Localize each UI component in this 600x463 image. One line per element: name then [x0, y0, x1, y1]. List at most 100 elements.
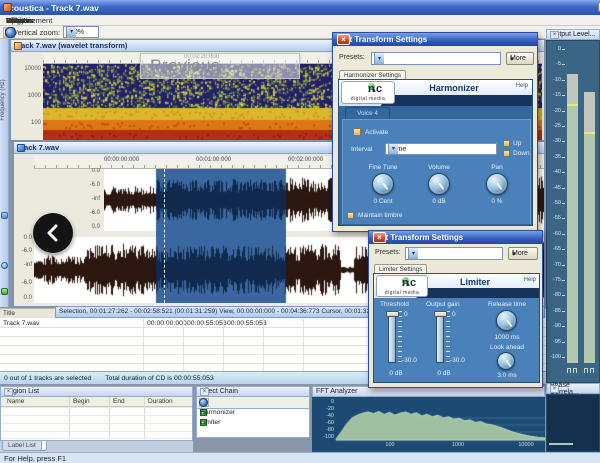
- chevron-left-icon: [44, 222, 62, 244]
- threshold-slider[interactable]: [388, 311, 396, 363]
- vertical-zoom-select[interactable]: 100% ▾: [63, 26, 99, 38]
- tab-voice-4[interactable]: Voice 4: [345, 107, 390, 119]
- activate-checkbox[interactable]: [353, 128, 361, 136]
- close-icon[interactable]: ×: [4, 388, 13, 396]
- presets-label: Presets:: [375, 249, 401, 256]
- help-link[interactable]: Help: [516, 83, 528, 89]
- effect-label: Harmonizer: [200, 409, 235, 416]
- presets-select[interactable]: ▾: [371, 52, 501, 65]
- region-list-table[interactable]: Name Begin End Duration: [0, 397, 193, 441]
- close-icon[interactable]: ×: [200, 388, 209, 396]
- db-tick: 0.0: [82, 224, 100, 230]
- spectrogram-window-title: Track 7.wav (wavelet transform): [14, 41, 127, 50]
- selection-region[interactable]: [156, 231, 286, 237]
- meter-tick: -50: [547, 200, 561, 206]
- previous-nav-button[interactable]: [33, 213, 73, 253]
- close-icon[interactable]: ×: [337, 34, 350, 45]
- fft-y-tick: -100: [320, 434, 334, 440]
- down-checkbox[interactable]: [503, 150, 510, 157]
- db-tick: 0.0: [82, 168, 100, 174]
- meter-tick: -10: [547, 77, 561, 83]
- fine-tune-knob[interactable]: [372, 173, 394, 195]
- pan-knob[interactable]: [486, 173, 508, 195]
- activate-label: Activate: [365, 129, 388, 136]
- chevron-down-icon[interactable]: ▾: [374, 53, 384, 65]
- timeline-label: 00:01:00:000: [196, 157, 231, 163]
- clip-indicator: [584, 368, 588, 373]
- track-title-cell[interactable]: Track 7.wav: [3, 320, 39, 327]
- effect-chain-titlebar[interactable]: Effect Chain ×: [196, 386, 310, 397]
- look-ahead-value: 3.0 ms: [478, 372, 536, 379]
- wave-doc-icon: [17, 144, 25, 152]
- interval-label: Interval: [351, 146, 372, 153]
- up-checkbox[interactable]: [503, 140, 510, 147]
- meter-tick: -45: [547, 185, 561, 191]
- effect-chain-list[interactable]: ✓Harmonizer✓Limiter: [196, 409, 310, 438]
- interval-select[interactable]: Prime ▾: [385, 143, 497, 155]
- plugin-title: Limiter: [430, 277, 520, 287]
- track-start-cell: 00:00:00:000: [147, 320, 187, 327]
- meter-tick: -75: [547, 277, 561, 283]
- timeline-label: 00:02:00:000: [288, 157, 323, 163]
- fft-x-tick: 10000: [511, 442, 541, 448]
- db-tick: -6.0: [82, 182, 100, 188]
- output-level-titlebar[interactable]: Output Level... ×: [546, 29, 600, 40]
- window-title: Acoustica - Track 7.wav: [3, 3, 99, 13]
- look-ahead-knob[interactable]: [497, 352, 515, 370]
- clip-indicator: [567, 368, 571, 373]
- pan-label: Pan: [469, 164, 525, 171]
- close-icon[interactable]: ×: [373, 232, 386, 243]
- bypass-icon[interactable]: [199, 398, 208, 407]
- phase-correlation-trace: [549, 443, 573, 445]
- db-tick: -6.0: [15, 248, 32, 254]
- threshold-label: Threshold: [380, 301, 409, 308]
- fft-x-tick: 100: [375, 442, 405, 448]
- limiter-dialog-titlebar[interactable]: Edit Transform Settings ×: [369, 231, 542, 244]
- phase-correlation-titlebar[interactable]: Phase Correla... ×: [546, 383, 600, 394]
- meter-tick: -35: [547, 154, 561, 160]
- meter-tick: -65: [547, 246, 561, 252]
- effect-label: Limiter: [200, 419, 220, 426]
- release-time-knob[interactable]: [496, 310, 517, 331]
- maintain-timbre-checkbox[interactable]: [347, 212, 354, 219]
- threshold-value: 0 dB: [376, 370, 416, 377]
- up-label: Up: [513, 140, 521, 147]
- db-tick: -inf: [15, 262, 32, 268]
- document-icon: [14, 42, 22, 50]
- side-tool-icon-2[interactable]: [1, 262, 8, 269]
- region-list-titlebar[interactable]: Region List ×: [0, 386, 193, 397]
- chevron-down-icon[interactable]: ▾: [408, 248, 418, 260]
- chevron-down-icon[interactable]: ▾: [388, 144, 398, 155]
- side-tool-icon-1[interactable]: [1, 212, 8, 219]
- phase-correlation-panel: Phase Correla... ×: [546, 383, 600, 452]
- monitor-button[interactable]: [5, 27, 16, 38]
- help-link[interactable]: Help: [524, 277, 536, 283]
- more-button[interactable]: More▾: [508, 247, 538, 260]
- region-list-panel: Region List × Name Begin End Duration Re…: [0, 386, 193, 452]
- harmonizer-dialog-titlebar[interactable]: Edit Transform Settings ×: [333, 33, 537, 46]
- freq-tick: 1000: [15, 93, 41, 99]
- close-icon[interactable]: ×: [550, 31, 559, 39]
- output-gain-slider[interactable]: [436, 311, 444, 363]
- more-button[interactable]: More▾: [506, 52, 534, 65]
- track-end-cell: 00:00:55:053: [187, 320, 227, 327]
- harmonizer-plugin: Harmonizer Help Acn digital media Voice …: [338, 79, 533, 226]
- acoustica-app: Acoustica - Track 7.wav – ▢ × FileEditVi…: [0, 0, 600, 463]
- app-icon: [3, 3, 12, 12]
- right-meter-bar: [584, 92, 595, 132]
- output-gain-slider-thumb[interactable]: [434, 311, 447, 317]
- meter-tick: -25: [547, 123, 561, 129]
- region-list-columns: Name Begin End Duration: [1, 397, 192, 407]
- threshold-slider-thumb[interactable]: [386, 311, 399, 317]
- close-icon[interactable]: ×: [550, 385, 559, 393]
- scroll-down-icon[interactable]: [1, 288, 8, 295]
- volume-knob[interactable]: [428, 173, 450, 195]
- presets-select[interactable]: ▾: [405, 247, 503, 260]
- chevron-down-icon[interactable]: ▾: [66, 27, 76, 38]
- tracks-selected-status: 0 out of 1 tracks are selected: [4, 375, 91, 382]
- tab-label-list[interactable]: Label List: [2, 441, 42, 451]
- clip-indicator: [590, 368, 594, 373]
- meter-tick: -15: [547, 92, 561, 98]
- menu-item-help[interactable]: Help: [6, 16, 21, 25]
- acon-logo: Acn digital media: [341, 81, 395, 104]
